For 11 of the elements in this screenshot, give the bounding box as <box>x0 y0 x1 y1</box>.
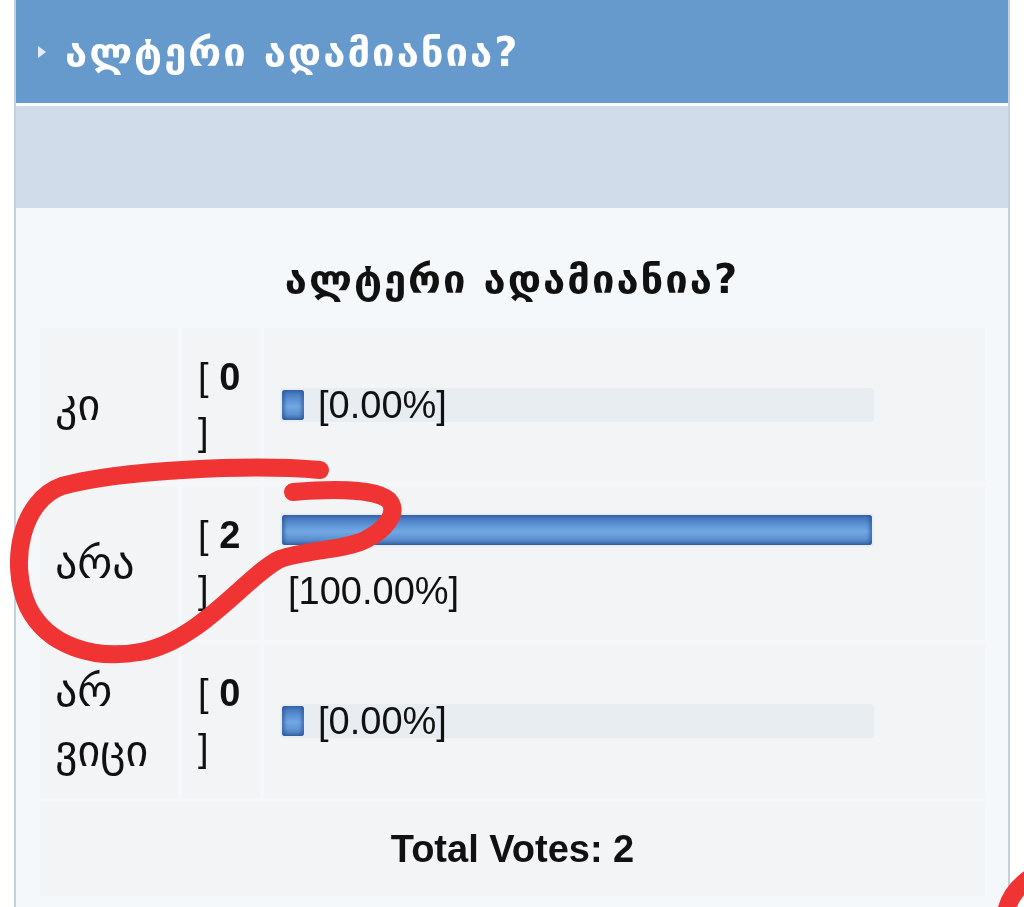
total-votes-cell: Total Votes: 2 <box>40 802 985 896</box>
topic-title: ალტერი ადამიანია? <box>65 28 520 75</box>
vote-percent: [0.00%] <box>318 699 447 743</box>
option-cell: არ ვიცი <box>40 644 178 798</box>
triangle-icon <box>38 45 46 58</box>
vote-count-cell: [ 0 ] <box>182 644 260 798</box>
vote-percent: [0.00%] <box>318 383 447 427</box>
option-cell: კი <box>40 328 178 482</box>
vote-percent: [100.00%] <box>288 569 460 613</box>
option-cell: არა <box>40 486 178 640</box>
poll-question: ალტერი ადამიანია? <box>283 255 741 304</box>
